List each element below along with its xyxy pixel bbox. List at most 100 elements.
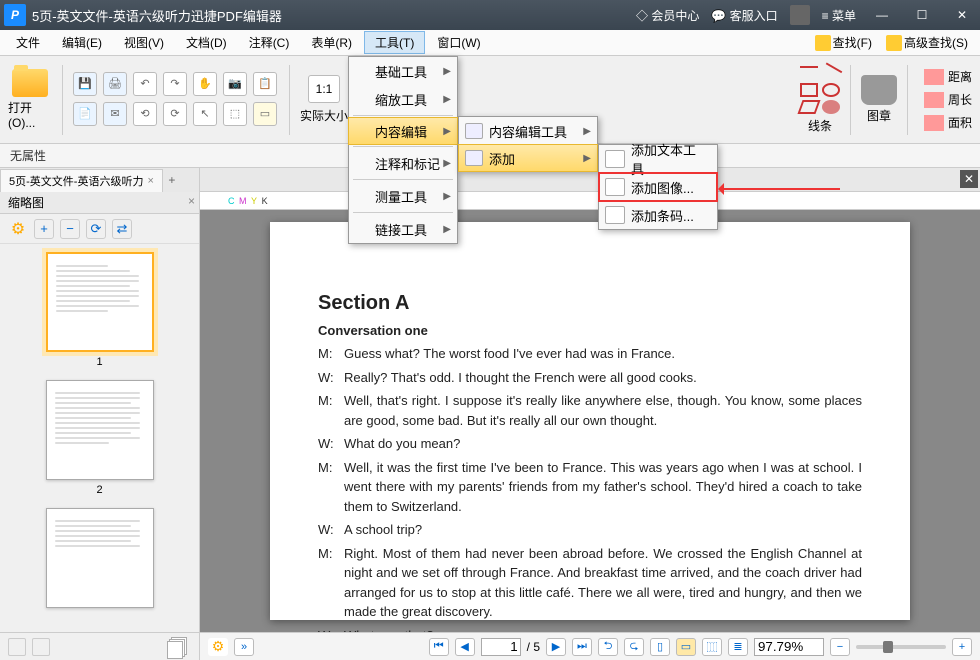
- thumb-item[interactable]: [8, 508, 191, 608]
- select-icon[interactable]: ⬚: [223, 102, 247, 126]
- menu-basic-tools[interactable]: 基础工具▶: [349, 57, 457, 85]
- menu-content-tools[interactable]: ✔内容编辑工具▶: [459, 117, 597, 145]
- distance-tool[interactable]: 距离: [924, 68, 972, 85]
- circle-icon[interactable]: [822, 83, 840, 97]
- perimeter-tool[interactable]: 周长: [924, 91, 972, 108]
- arrow-icon[interactable]: [820, 62, 843, 83]
- menu-annot-tools[interactable]: 注释和标记▶: [349, 149, 457, 177]
- panel-close-icon[interactable]: ×: [188, 194, 195, 208]
- rect-icon[interactable]: [800, 83, 818, 97]
- menu-content-edit[interactable]: 内容编辑▶: [348, 117, 458, 145]
- area-tool[interactable]: 面积: [924, 114, 972, 131]
- page-input[interactable]: [481, 638, 521, 656]
- search-icon: [815, 35, 831, 51]
- line-icon[interactable]: [800, 66, 818, 80]
- rotl-icon[interactable]: ⟲: [133, 102, 157, 126]
- doc-tab[interactable]: 5页-英文文件-英语六级听力×: [0, 169, 163, 192]
- undo-icon[interactable]: ↶: [133, 72, 157, 96]
- avatar[interactable]: [790, 5, 810, 25]
- thumb-zoomout-icon[interactable]: −: [60, 219, 80, 239]
- zoom-slider[interactable]: [856, 645, 946, 649]
- tab-close-icon[interactable]: ×: [147, 175, 153, 187]
- first-page-icon[interactable]: ⏮: [429, 638, 449, 656]
- camera-icon[interactable]: 📷: [223, 72, 247, 96]
- menu-measure-tools[interactable]: 测量工具▶: [349, 182, 457, 210]
- thumb-rotate-icon[interactable]: ⟳: [86, 219, 106, 239]
- thumb-swap-icon[interactable]: ⇄: [112, 219, 132, 239]
- zoom-select[interactable]: [754, 638, 824, 656]
- menu-form[interactable]: 表单(R): [301, 32, 362, 53]
- menu-add-barcode[interactable]: 添加条码...: [599, 201, 717, 229]
- actual-size[interactable]: 1:1 实际大小: [300, 75, 348, 124]
- fit-width-icon[interactable]: ▭: [676, 638, 696, 656]
- back-icon[interactable]: ⮌: [598, 638, 618, 656]
- cloud-icon[interactable]: [822, 100, 840, 114]
- thumb-zoomin-icon[interactable]: +: [34, 219, 54, 239]
- menu-add[interactable]: 添加▶: [458, 144, 598, 172]
- menu-link-tools[interactable]: 链接工具▶: [349, 215, 457, 243]
- menu-button[interactable]: ≡ 菜单: [822, 7, 856, 24]
- fit-page-icon[interactable]: ▯: [650, 638, 670, 656]
- find-button[interactable]: 查找(F): [809, 32, 878, 53]
- menu-doc[interactable]: 文档(D): [176, 32, 237, 53]
- help-link[interactable]: 💬 客服入口: [711, 7, 777, 24]
- hand-icon[interactable]: ✋: [193, 72, 217, 96]
- tab-add[interactable]: +: [163, 173, 181, 187]
- thumb-page-2: [46, 380, 154, 480]
- rotr-icon[interactable]: ⟳: [163, 102, 187, 126]
- speaker: M:: [318, 344, 344, 364]
- dialogue-text: Really? That's odd. I thought the French…: [344, 368, 862, 388]
- menu-edit[interactable]: 编辑(E): [52, 32, 112, 53]
- next-page-icon[interactable]: ▶: [546, 638, 566, 656]
- tools-menu: 基础工具▶ 缩放工具▶ 内容编辑▶ 注释和标记▶ 测量工具▶ 链接工具▶: [348, 56, 458, 244]
- thumb-item[interactable]: 1: [8, 252, 191, 368]
- prev-page-icon[interactable]: ◀: [455, 638, 475, 656]
- speaker: W:: [318, 434, 344, 454]
- clipboard-icon[interactable]: 📋: [253, 72, 277, 96]
- maximize-button[interactable]: ☐: [908, 8, 936, 22]
- minimize-button[interactable]: —: [868, 8, 896, 22]
- open-button[interactable]: 打开(O)...: [8, 69, 52, 130]
- zoom-out-icon[interactable]: −: [830, 638, 850, 656]
- sf-bookmark-icon[interactable]: [32, 638, 50, 656]
- advfind-button[interactable]: 高级查找(S): [880, 32, 974, 53]
- two-page-icon[interactable]: ⿲: [702, 638, 722, 656]
- dialogue-line: W:Really? That's odd. I thought the Fren…: [318, 368, 862, 388]
- print-icon[interactable]: 🖨: [103, 72, 127, 96]
- sidebar-footer: [0, 632, 199, 660]
- menu-add-text[interactable]: 添加文本工具: [599, 145, 717, 173]
- last-page-icon[interactable]: ⏭: [572, 638, 592, 656]
- menu-zoom-tools[interactable]: 缩放工具▶: [349, 85, 457, 113]
- status-gear-icon[interactable]: ⚙: [208, 638, 228, 656]
- status-expand-icon[interactable]: »: [234, 638, 254, 656]
- fwd-icon[interactable]: ⮎: [624, 638, 644, 656]
- zoom-in-icon[interactable]: +: [952, 638, 972, 656]
- cursor-icon[interactable]: ↖: [193, 102, 217, 126]
- cont-icon[interactable]: ≣: [728, 638, 748, 656]
- menu-add-image[interactable]: 添加图像...: [599, 173, 717, 201]
- thumb-item[interactable]: 2: [8, 380, 191, 496]
- add-icon: [465, 150, 483, 166]
- sf-thumb-icon[interactable]: [8, 638, 26, 656]
- menu-file[interactable]: 文件: [6, 32, 50, 53]
- menu-view[interactable]: 视图(V): [114, 32, 174, 53]
- menu-tool[interactable]: 工具(T): [364, 31, 425, 54]
- vip-link[interactable]: ◇ 会员中心: [636, 7, 699, 24]
- dialogue-line: M:Guess what? The worst food I've ever h…: [318, 344, 862, 364]
- main-close-icon[interactable]: ✕: [960, 170, 978, 188]
- menu-comment[interactable]: 注释(C): [239, 32, 300, 53]
- mail-icon[interactable]: ✉: [103, 102, 127, 126]
- sf-pages-icon[interactable]: [167, 637, 191, 657]
- save-icon[interactable]: 💾: [73, 72, 97, 96]
- stamp-group[interactable]: 图章: [861, 75, 897, 124]
- redo-icon[interactable]: ↷: [163, 72, 187, 96]
- poly-icon[interactable]: [797, 100, 820, 114]
- close-button[interactable]: ✕: [948, 8, 976, 22]
- saveas-icon[interactable]: 📄: [73, 102, 97, 126]
- highlight-icon[interactable]: ▭: [253, 102, 277, 126]
- annotation-arrow: [720, 188, 840, 190]
- dialogue-line: M:Well, it was the first time I've been …: [318, 458, 862, 517]
- thumb-gear-icon[interactable]: ⚙: [8, 219, 28, 239]
- canvas[interactable]: Section A Conversation one M:Guess what?…: [200, 210, 980, 632]
- menu-window[interactable]: 窗口(W): [427, 32, 490, 53]
